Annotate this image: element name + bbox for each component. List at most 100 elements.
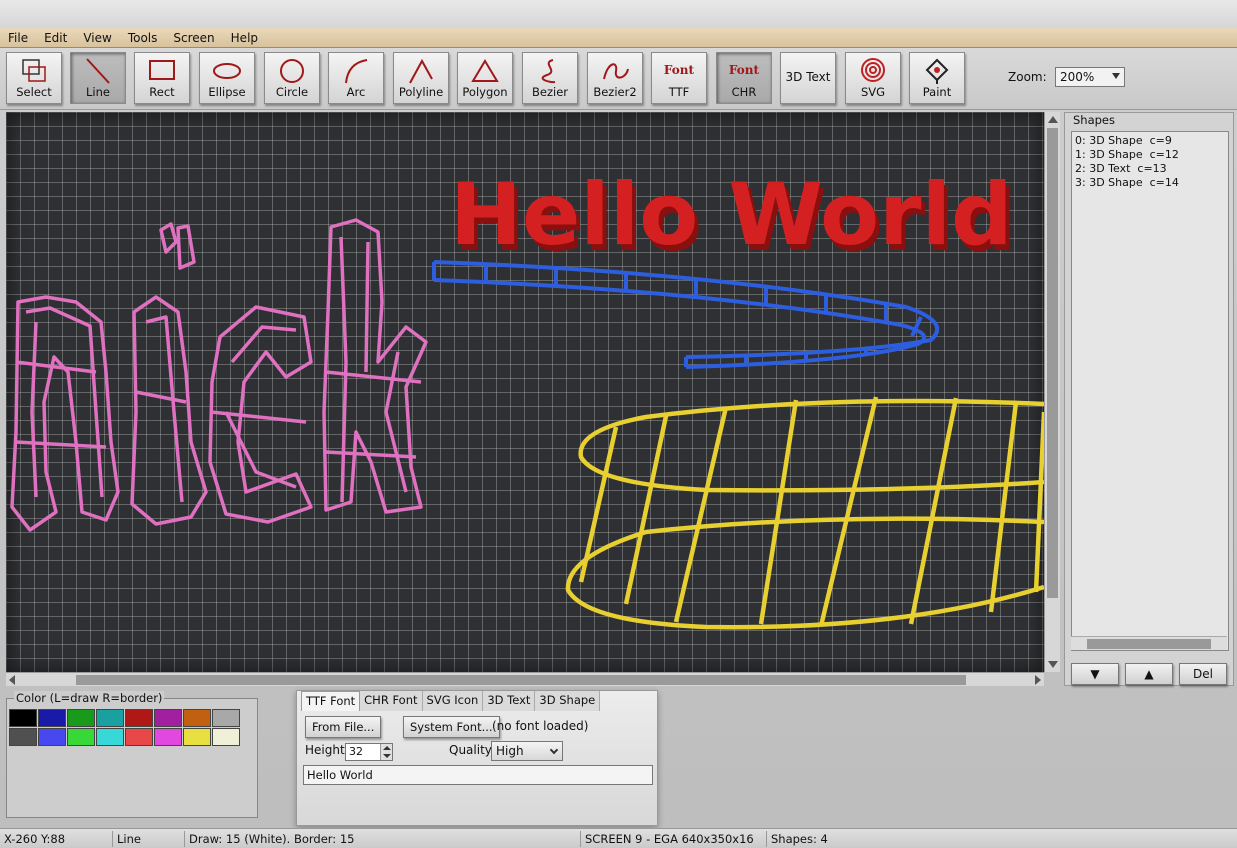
color-swatch[interactable] <box>154 709 182 727</box>
polyline-icon <box>394 53 448 85</box>
scroll-thumb[interactable] <box>1047 128 1058 598</box>
shapes-title: Shapes <box>1073 113 1116 127</box>
tool-svg-button[interactable]: SVG <box>845 52 901 104</box>
font-status-label: (no font loaded) <box>492 719 589 733</box>
menu-bar: File Edit View Tools Screen Help <box>0 28 1237 48</box>
blue-3d-shape[interactable] <box>432 260 939 369</box>
scroll-up-icon[interactable] <box>1048 116 1058 123</box>
canvas-horizontal-scrollbar[interactable] <box>6 672 1044 686</box>
color-swatch[interactable] <box>183 728 211 746</box>
color-swatch[interactable] <box>212 728 240 746</box>
tool-bezier-button[interactable]: Bezier <box>522 52 578 104</box>
scroll-thumb[interactable] <box>1087 639 1211 649</box>
hello-world-text: Hello World <box>450 165 1013 265</box>
color-swatch[interactable] <box>125 728 153 746</box>
list-item[interactable]: 0: 3D Shape c=9 <box>1075 134 1225 148</box>
scroll-right-icon[interactable] <box>1035 675 1041 685</box>
color-swatch[interactable] <box>183 709 211 727</box>
from-file-button[interactable]: From File... <box>305 716 382 738</box>
tool-label: Polyline <box>398 85 444 99</box>
tab-chr-font[interactable]: CHR Font <box>360 691 423 711</box>
height-spinner[interactable]: 32 <box>345 743 393 761</box>
scroll-left-icon[interactable] <box>9 675 15 685</box>
height-value: 32 <box>349 745 363 758</box>
scroll-thumb[interactable] <box>76 675 966 685</box>
tool-paint-button[interactable]: Paint <box>909 52 965 104</box>
color-swatch[interactable] <box>96 728 124 746</box>
list-item[interactable]: 3: 3D Shape c=14 <box>1075 176 1225 190</box>
ellipse-icon <box>200 53 254 85</box>
tool-label: Polygon <box>462 85 508 99</box>
color-swatch[interactable] <box>38 728 66 746</box>
status-draw-colors: Draw: 15 (White). Border: 15 <box>184 831 354 847</box>
yellow-3d-shape[interactable] <box>565 396 1044 630</box>
hello-world-3d-text[interactable]: Hello World Hello World <box>450 165 1017 271</box>
list-item[interactable]: 2: 3D Text c=13 <box>1075 162 1225 176</box>
tool-rect-button[interactable]: Rect <box>134 52 190 104</box>
bezier2-icon <box>588 53 642 85</box>
color-swatch[interactable] <box>9 709 37 727</box>
spinner-arrows-icon[interactable] <box>380 744 392 760</box>
tool-arc-button[interactable]: Arc <box>328 52 384 104</box>
color-swatch[interactable] <box>96 709 124 727</box>
height-label: Height <box>305 743 345 757</box>
tool-polyline-button[interactable]: Polyline <box>393 52 449 104</box>
tool-3d-text-button[interactable]: 3D Text <box>780 52 836 104</box>
tool-label: Rect <box>149 85 175 99</box>
paint-icon <box>910 53 964 85</box>
canvas-vertical-scrollbar[interactable] <box>1044 112 1060 672</box>
color-swatch[interactable] <box>212 709 240 727</box>
chevron-down-icon <box>1112 73 1120 79</box>
system-font-button[interactable]: System Font... <box>403 716 500 738</box>
tool-bezier2-button[interactable]: Bezier2 <box>587 52 643 104</box>
tool-polygon-button[interactable]: Polygon <box>457 52 513 104</box>
color-swatch[interactable] <box>67 709 95 727</box>
pink-3d-shape[interactable] <box>10 218 428 532</box>
move-up-button[interactable]: ▲ <box>1125 663 1173 685</box>
menu-tools[interactable]: Tools <box>120 31 166 45</box>
chevron-down-icon <box>549 745 559 755</box>
arc-icon <box>329 53 383 85</box>
tab-svg-icon[interactable]: SVG Icon <box>422 691 484 711</box>
tab-ttf-font[interactable]: TTF Font <box>301 691 361 711</box>
window-top-strip <box>0 0 1237 28</box>
tool-circle-button[interactable]: Circle <box>264 52 320 104</box>
menu-screen[interactable]: Screen <box>165 31 222 45</box>
tool-label: Bezier2 <box>593 85 637 99</box>
font-chr-icon: Font <box>728 63 760 77</box>
tool-label: Bezier <box>532 85 568 99</box>
text-input[interactable]: Hello World <box>303 765 653 785</box>
color-swatch[interactable] <box>67 728 95 746</box>
tool-label: TTF <box>668 85 690 99</box>
tool-ellipse-button[interactable]: Ellipse <box>199 52 255 104</box>
tab-3d-shape[interactable]: 3D Shape <box>535 691 601 711</box>
shapes-horizontal-scrollbar[interactable] <box>1071 636 1227 650</box>
tool-label: Circle <box>275 85 309 99</box>
list-item[interactable]: 1: 3D Shape c=12 <box>1075 148 1225 162</box>
menu-edit[interactable]: Edit <box>36 31 75 45</box>
tool-select-button[interactable]: Select <box>6 52 62 104</box>
menu-file[interactable]: File <box>0 31 36 45</box>
shapes-list[interactable]: 0: 3D Shape c=9 1: 3D Shape c=12 2: 3D T… <box>1071 131 1229 651</box>
status-coords: X-260 Y:88 <box>4 832 66 846</box>
color-swatch[interactable] <box>38 709 66 727</box>
scroll-down-icon[interactable] <box>1048 661 1058 668</box>
menu-view[interactable]: View <box>75 31 119 45</box>
quality-select[interactable]: High <box>491 741 563 761</box>
color-swatch[interactable] <box>125 709 153 727</box>
color-swatch[interactable] <box>154 728 182 746</box>
tool-ttf-font-button[interactable]: Font TTF <box>651 52 707 104</box>
menu-help[interactable]: Help <box>223 31 266 45</box>
tool-line-button[interactable]: Line <box>70 52 126 104</box>
shapes-panel: Shapes 0: 3D Shape c=9 1: 3D Shape c=12 … <box>1064 112 1234 686</box>
zoom-select[interactable]: 200% <box>1055 67 1125 87</box>
move-down-button[interactable]: ▼ <box>1071 663 1119 685</box>
drawing-canvas[interactable]: Hello World Hello World <box>6 112 1044 672</box>
delete-shape-button[interactable]: Del <box>1179 663 1227 685</box>
tab-3d-text[interactable]: 3D Text <box>483 691 536 711</box>
tool-chr-font-button[interactable]: Font CHR <box>716 52 772 104</box>
tool-label: Paint <box>922 85 952 99</box>
font-panel-tabs: TTF Font CHR Font SVG Icon 3D Text 3D Sh… <box>301 691 601 711</box>
tool-label: Ellipse <box>208 85 246 99</box>
color-swatch[interactable] <box>9 728 37 746</box>
